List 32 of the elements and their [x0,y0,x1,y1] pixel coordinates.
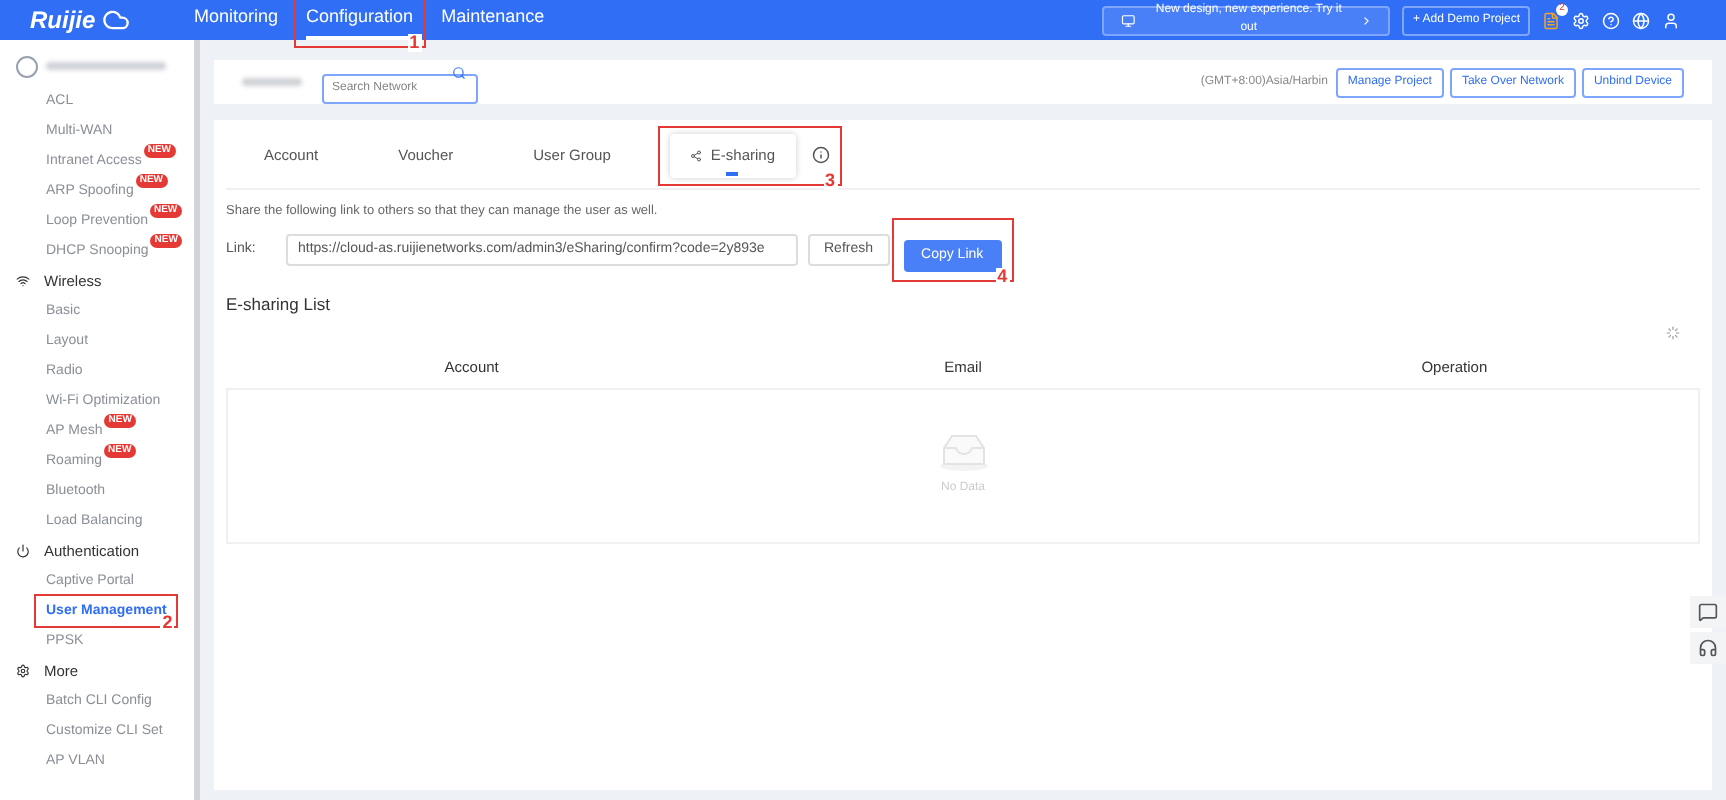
share-icon [690,149,703,161]
tab-indicator [726,171,739,175]
annotation-number: 3 [823,171,838,189]
cloud-icon [101,6,130,34]
section-icon [16,544,30,558]
document-icon[interactable] [1542,11,1560,29]
chat-button[interactable] [1690,596,1726,628]
section-icon [16,274,30,288]
headset-icon [1698,638,1718,658]
avatar-icon [16,55,38,77]
info-icon[interactable] [811,146,830,164]
blurred-text [242,78,302,86]
chevron-icon [1360,13,1373,27]
help-icon[interactable] [1602,11,1620,29]
search-icon [452,66,466,80]
settings-icon[interactable] [1572,11,1590,29]
support-button[interactable] [1690,632,1726,664]
nav-tab[interactable]: Maintenance [441,0,545,40]
monitor-icon [1120,13,1138,27]
inbox-icon [937,433,989,472]
nav-tab[interactable]: Monitoring [194,0,279,40]
section-icon [16,664,30,678]
loading-icon [1666,325,1680,339]
annotation-number: 1 [407,34,422,52]
annotation-frame [891,217,1014,282]
user-icon[interactable] [1662,11,1680,29]
list-title: E-sharing List [226,291,332,317]
chat-icon [1698,602,1718,622]
blurred-text [46,62,166,70]
annotation-number: 2 [160,614,175,632]
globe-icon[interactable] [1632,11,1650,29]
logo: Ruijie [30,8,96,32]
